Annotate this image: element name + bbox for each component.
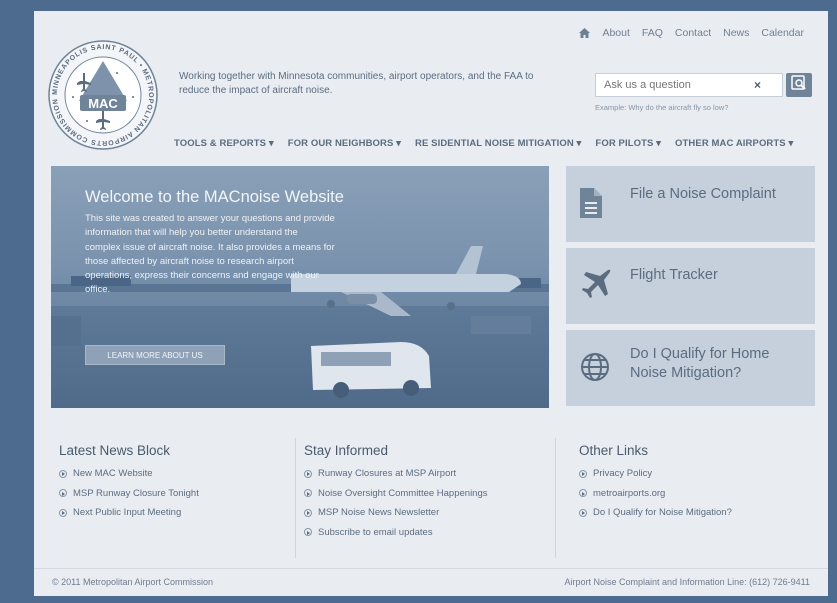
header: About FAQ Contact News Calendar MINNEAPO… <box>34 11 828 161</box>
arrow-bullet-icon <box>59 508 67 517</box>
learn-more-button[interactable]: LEARN MORE ABOUT US <box>85 345 225 365</box>
mac-logo[interactable]: MINNEAPOLIS SAINT PAUL • METROPOLITAN AI… <box>45 34 159 151</box>
column-title: Stay Informed <box>304 443 389 458</box>
latest-news-block: Latest News Block New MAC Website MSP Ru… <box>59 443 199 523</box>
arrow-bullet-icon <box>59 489 67 498</box>
card-label: File a Noise Complaint <box>630 186 776 202</box>
search-button[interactable] <box>786 73 812 97</box>
copyright: © 2011 Metropolitan Airport Commission <box>52 577 214 587</box>
arrow-bullet-icon <box>59 469 67 478</box>
other-links-block: Other Links Privacy Policy metroairports… <box>579 443 732 523</box>
list-item[interactable]: metroairports.org <box>579 484 732 504</box>
flight-tracker-card[interactable]: Flight Tracker <box>566 248 815 324</box>
hero-title: Welcome to the MACnoise Website <box>85 188 344 206</box>
nav-other-mac-airports[interactable]: OTHER MAC AIRPORTS ▾ <box>675 138 793 149</box>
card-label: Do I Qualify for Home Noise Mitigation? <box>630 346 770 381</box>
list-item[interactable]: Next Public Input Meeting <box>59 503 199 523</box>
column-title: Latest News Block <box>59 443 171 458</box>
topnav-faq[interactable]: FAQ <box>642 27 663 39</box>
document-icon <box>580 188 602 223</box>
header-tagline: Working together with Minnesota communit… <box>179 71 534 96</box>
nav-for-our-neighbors[interactable]: FOR OUR NEIGHBORS ▾ <box>288 138 401 149</box>
divider <box>555 438 556 558</box>
globe-icon <box>580 352 610 387</box>
hero-text: This site was created to answer your que… <box>85 213 335 296</box>
list-item[interactable]: Runway Closures at MSP Airport <box>304 464 488 484</box>
logo-abbr: MAC <box>88 96 118 111</box>
home-icon[interactable] <box>579 28 591 38</box>
topnav-about[interactable]: About <box>602 27 629 39</box>
list-item[interactable]: Noise Oversight Committee Happenings <box>304 484 488 504</box>
nav-residential-noise-mitigation[interactable]: RE SIDENTIAL NOISE MITIGATION ▾ <box>415 138 581 149</box>
home-noise-mitigation-card[interactable]: Do I Qualify for Home Noise Mitigation? <box>566 330 815 406</box>
arrow-bullet-icon <box>304 508 312 517</box>
topnav-contact[interactable]: Contact <box>675 27 711 39</box>
search-input[interactable] <box>604 79 754 91</box>
arrow-bullet-icon <box>579 489 587 498</box>
nav-for-pilots[interactable]: FOR PILOTS ▾ <box>595 138 661 149</box>
main-nav: TOOLS & REPORTS ▾ FOR OUR NEIGHBORS ▾ RE… <box>174 138 793 149</box>
list-item[interactable]: Privacy Policy <box>579 464 732 484</box>
list-item[interactable]: MSP Noise News Newsletter <box>304 503 488 523</box>
search-example: Example: Why do the aircraft fly so low? <box>595 103 729 112</box>
nav-tools-reports[interactable]: TOOLS & REPORTS ▾ <box>174 138 274 149</box>
search-box: × <box>595 73 783 97</box>
arrow-bullet-icon <box>304 528 312 537</box>
page: About FAQ Contact News Calendar MINNEAPO… <box>34 11 828 596</box>
bottom-bar: © 2011 Metropolitan Airport Commission A… <box>34 568 828 596</box>
arrow-bullet-icon <box>304 489 312 498</box>
arrow-bullet-icon <box>579 469 587 478</box>
search-clear-button[interactable]: × <box>754 78 761 92</box>
list-item[interactable]: Do I Qualify for Noise Mitigation? <box>579 503 732 523</box>
arrow-bullet-icon <box>304 469 312 478</box>
top-nav: About FAQ Contact News Calendar <box>579 27 804 39</box>
airplane-icon <box>580 268 612 305</box>
list-item[interactable]: New MAC Website <box>59 464 199 484</box>
hero-banner: Welcome to the MACnoise Website This sit… <box>51 166 549 408</box>
divider <box>295 438 296 558</box>
stay-informed-block: Stay Informed Runway Closures at MSP Air… <box>304 443 488 542</box>
topnav-news[interactable]: News <box>723 27 749 39</box>
card-label: Flight Tracker <box>630 267 718 283</box>
list-item[interactable]: Subscribe to email updates <box>304 523 488 543</box>
topnav-calendar[interactable]: Calendar <box>761 27 804 39</box>
search-icon <box>791 74 807 96</box>
contact-line: Airport Noise Complaint and Information … <box>564 577 810 587</box>
arrow-bullet-icon <box>579 508 587 517</box>
file-noise-complaint-card[interactable]: File a Noise Complaint <box>566 166 815 242</box>
footer-columns: Latest News Block New MAC Website MSP Ru… <box>34 423 828 568</box>
column-title: Other Links <box>579 443 649 458</box>
list-item[interactable]: MSP Runway Closure Tonight <box>59 484 199 504</box>
